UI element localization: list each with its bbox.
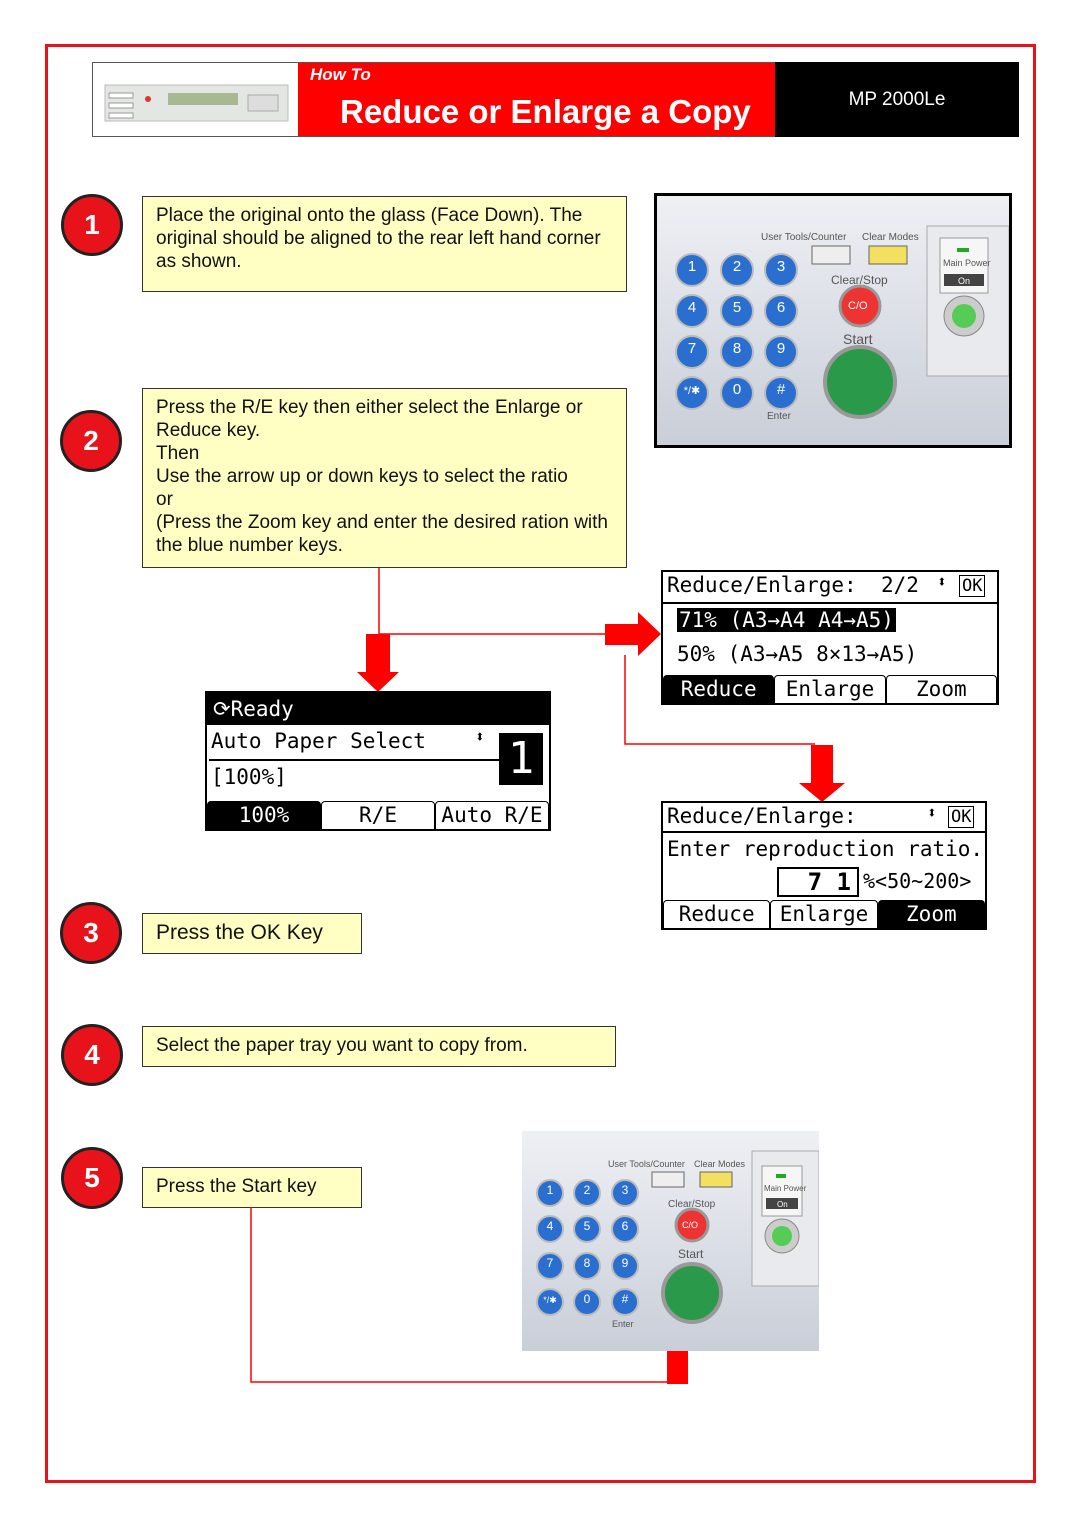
- tray-number: 1: [499, 733, 543, 785]
- lcd-zoom-screen: Reduce/Enlarge: ⬍ OK Enter reproduction …: [661, 801, 987, 930]
- lcd-title: Reduce/Enlarge:: [667, 573, 857, 597]
- key-0: 0: [733, 381, 741, 398]
- user-tools-label: User Tools/Counter: [608, 1159, 685, 1169]
- ratio-range: %<50~200>: [863, 869, 972, 893]
- key-6: 6: [622, 1219, 629, 1233]
- divider: [209, 759, 499, 761]
- key-8: 8: [584, 1256, 591, 1270]
- ratio-input[interactable]: 7 1: [777, 867, 859, 897]
- tab-zoom[interactable]: Zoom: [885, 675, 997, 703]
- enter-label: Enter: [612, 1319, 634, 1329]
- up-down-arrow-icon: ⬍: [937, 572, 947, 591]
- clear-modes-label: Clear Modes: [694, 1159, 746, 1169]
- ratio-option-50[interactable]: 50% (A3→A5 8×13→A5): [677, 642, 917, 666]
- on-label: On: [958, 276, 970, 286]
- lcd-tabs: Reduce Enlarge Zoom: [663, 675, 997, 703]
- key-2: 2: [584, 1183, 591, 1197]
- lcd-tabs: 100% R/E Auto R/E: [207, 801, 549, 829]
- key-5: 5: [733, 299, 741, 316]
- lcd-tabs: Reduce Enlarge Zoom: [663, 900, 985, 928]
- arrow-down-icon: [799, 745, 845, 802]
- lcd-reduce-screen: Reduce/Enlarge: 2/2 ⬍ OK 71% (A3→A4 A4→A…: [661, 570, 999, 705]
- connector-line: [378, 568, 605, 635]
- tab-enlarge[interactable]: Enlarge: [770, 900, 878, 928]
- key-3: 3: [777, 258, 785, 275]
- start-label: Start: [843, 331, 873, 347]
- page-indicator: 2/2: [881, 573, 919, 597]
- key-star: */✱: [543, 1295, 557, 1305]
- tab-enlarge[interactable]: Enlarge: [774, 675, 886, 703]
- divider: [663, 602, 997, 604]
- lcd-line: Auto Paper Select: [211, 729, 426, 753]
- key-7: 7: [547, 1256, 554, 1270]
- divider: [663, 831, 985, 833]
- tab-r-e[interactable]: R/E: [321, 801, 435, 829]
- key-4: 4: [688, 299, 696, 316]
- key-1: 1: [547, 1183, 554, 1197]
- key-0: 0: [584, 1292, 591, 1306]
- lcd-ready-screen: ⟳Ready Auto Paper Select ⬍ [100%] 1 100%…: [205, 691, 551, 831]
- keypad-image-start: Main Power On User Tools/Counter Clear M…: [522, 1131, 819, 1351]
- clear-stop-key: C/O: [848, 300, 868, 312]
- start-label: Start: [678, 1247, 704, 1261]
- key-8: 8: [733, 340, 741, 357]
- lcd-status-bar: ⟳Ready: [207, 693, 549, 725]
- ratio-option-71[interactable]: 71% (A3→A4 A4→A5): [677, 608, 896, 632]
- tab-reduce[interactable]: Reduce: [663, 675, 775, 703]
- key-5: 5: [584, 1219, 591, 1233]
- lcd-prompt: Enter reproduction ratio.: [667, 837, 984, 861]
- up-down-arrow-icon: ⬍: [475, 727, 485, 746]
- lcd-title: Reduce/Enlarge:: [667, 804, 857, 828]
- ready-status: Ready: [230, 697, 294, 721]
- key-star: */✱: [684, 385, 701, 397]
- keypad-image: Main Power On User Tools/Counter Clear M…: [654, 193, 1012, 448]
- tab-100-percent[interactable]: 100%: [207, 801, 321, 829]
- key-hash: #: [777, 381, 786, 398]
- key-3: 3: [622, 1183, 629, 1197]
- tab-reduce[interactable]: Reduce: [663, 900, 771, 928]
- ok-button[interactable]: OK: [959, 575, 986, 597]
- tab-auto-r-e[interactable]: Auto R/E: [435, 801, 549, 829]
- on-label: On: [777, 1200, 788, 1209]
- arrow-down-icon: [357, 634, 399, 692]
- lcd-line: [100%]: [211, 765, 287, 789]
- key-hash: #: [622, 1292, 629, 1306]
- clear-modes-label: Clear Modes: [862, 232, 919, 243]
- arrow-right-icon: [605, 612, 661, 656]
- key-1: 1: [688, 258, 696, 275]
- tab-zoom[interactable]: Zoom: [877, 900, 985, 928]
- main-power-label: Main Power: [943, 258, 991, 268]
- key-9: 9: [777, 340, 785, 357]
- clear-stop-key: C/O: [682, 1220, 698, 1230]
- key-6: 6: [777, 299, 785, 316]
- user-tools-label: User Tools/Counter: [761, 232, 847, 243]
- key-2: 2: [733, 258, 741, 275]
- ok-button[interactable]: OK: [948, 806, 975, 828]
- key-4: 4: [547, 1219, 554, 1233]
- enter-label: Enter: [767, 411, 792, 422]
- main-power-label: Main Power: [764, 1184, 807, 1193]
- up-down-arrow-icon: ⬍: [927, 803, 937, 822]
- key-9: 9: [622, 1256, 629, 1270]
- key-7: 7: [688, 340, 696, 357]
